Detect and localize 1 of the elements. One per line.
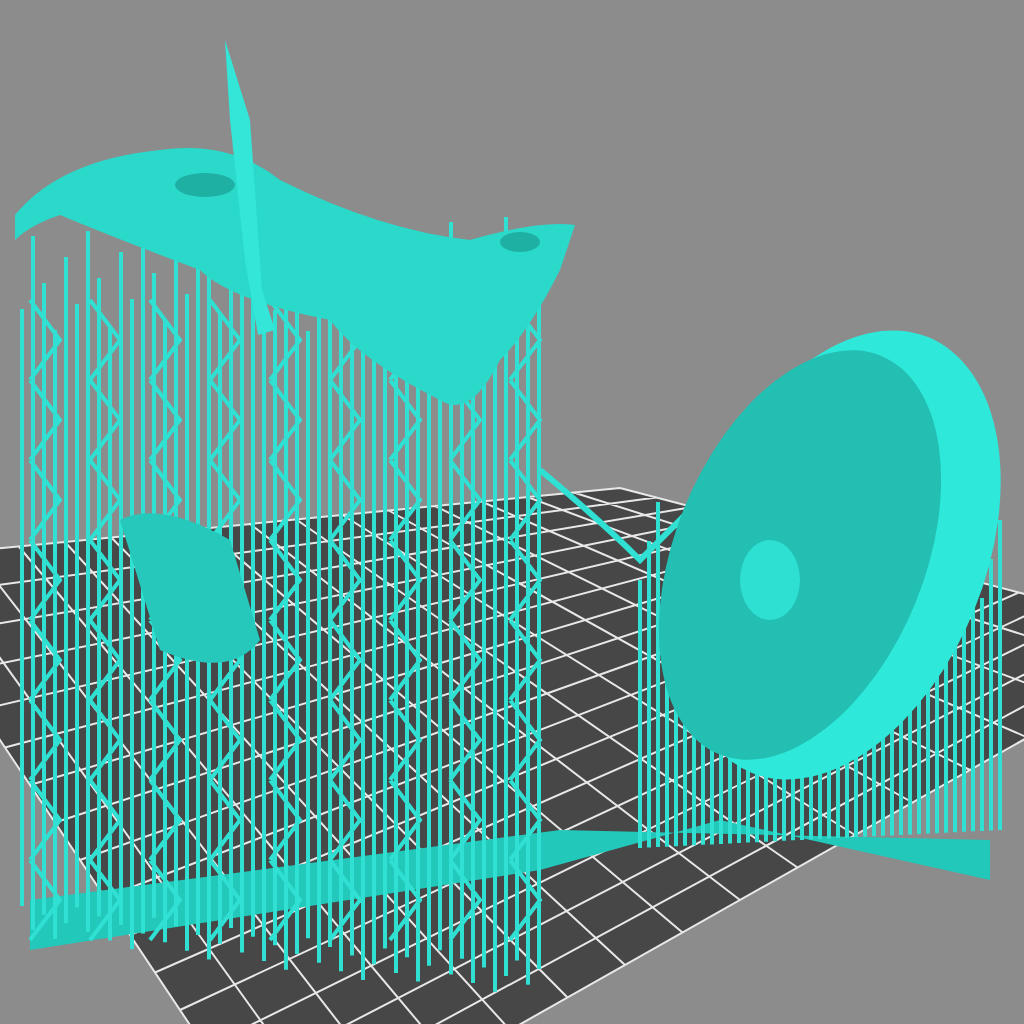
3d-viewport[interactable]	[0, 0, 1024, 1024]
